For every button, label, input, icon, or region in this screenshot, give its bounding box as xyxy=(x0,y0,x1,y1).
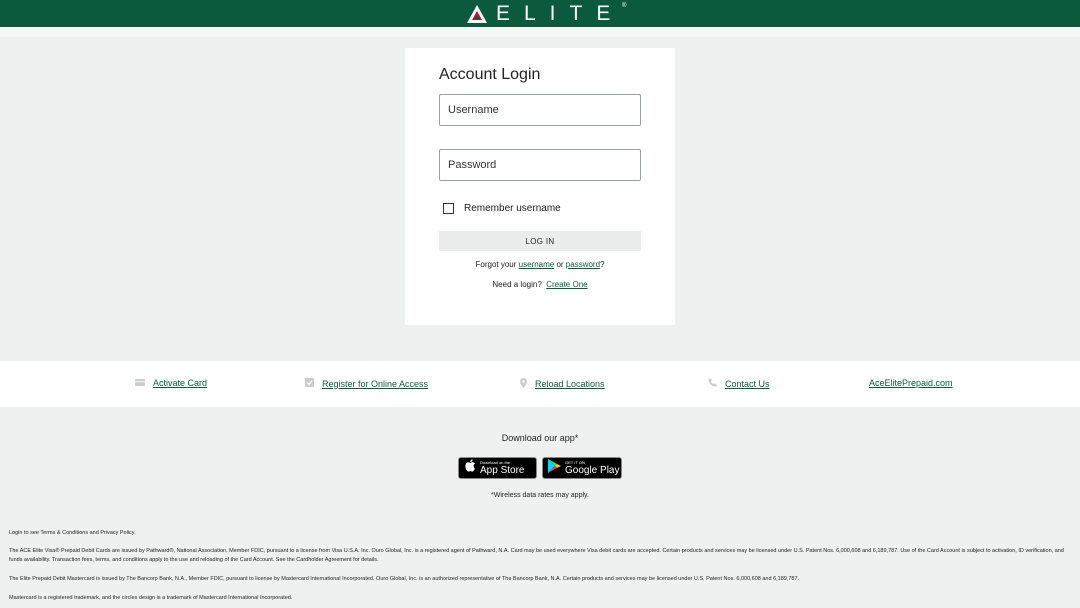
forgot-prefix: Forgot your xyxy=(475,260,519,269)
ace-a-logo-icon xyxy=(467,5,487,23)
forgot-credentials: Forgot your username or password? xyxy=(405,260,675,269)
legal-trademark: Mastercard is a registered trademark, an… xyxy=(9,595,293,601)
legal-mastercard-disclosure: The Elite Prepaid Debit Mastercard is is… xyxy=(9,576,800,582)
login-card: Account Login Remember username LOG IN F… xyxy=(405,48,675,325)
forgot-or: or xyxy=(554,260,566,269)
top-header: ELITE ® xyxy=(0,0,1080,27)
wireless-note: *Wireless data rates may apply. xyxy=(491,492,589,499)
create-one-link[interactable]: Create One xyxy=(546,280,587,289)
apple-icon xyxy=(465,459,476,477)
checkbox-icon xyxy=(305,378,314,389)
activate-card-link-item[interactable]: Activate Card xyxy=(135,378,207,388)
phone-icon xyxy=(708,378,717,389)
app-store-big: App Store xyxy=(480,465,525,476)
contact-us-link[interactable]: Contact Us xyxy=(725,379,770,389)
forgot-password-link[interactable]: password xyxy=(566,260,600,269)
website-link-item[interactable]: AceElitePrepaid.com xyxy=(869,378,953,388)
download-app-text: Download our app* xyxy=(501,433,579,443)
forgot-suffix: ? xyxy=(600,260,605,269)
remember-checkbox[interactable] xyxy=(443,203,454,214)
reload-locations-link[interactable]: Reload Locations xyxy=(535,379,605,389)
google-play-big: Google Play xyxy=(565,465,620,476)
need-login: Need a login? Create One xyxy=(405,280,675,289)
location-pin-icon xyxy=(520,378,527,390)
reload-locations-link-item[interactable]: Reload Locations xyxy=(520,378,605,390)
google-play-text: GET IT ON Google Play xyxy=(565,460,619,476)
ace-elite-logo[interactable]: ELITE ® xyxy=(466,2,627,25)
legal-login-terms: Login to see Terms & Conditions and Priv… xyxy=(9,530,136,536)
app-store-badge[interactable]: Download on the App Store xyxy=(458,457,537,479)
google-play-badge[interactable]: GET IT ON Google Play xyxy=(542,457,622,479)
app-store-text: Download on the App Store xyxy=(480,460,524,476)
remember-label: Remember username xyxy=(464,203,561,214)
header-divider xyxy=(0,27,1080,37)
password-input[interactable] xyxy=(439,149,641,181)
ace-elite-prepaid-link[interactable]: AceElitePrepaid.com xyxy=(869,378,953,388)
username-input[interactable] xyxy=(439,94,641,126)
register-online-access-link[interactable]: Register for Online Access xyxy=(322,379,428,389)
register-link-item[interactable]: Register for Online Access xyxy=(305,378,428,389)
remember-username[interactable]: Remember username xyxy=(443,203,561,214)
logo-registered-mark: ® xyxy=(621,3,627,9)
legal-visa-disclosure: The ACE Elite Visa® Prepaid Debit Cards … xyxy=(9,548,1064,563)
activate-card-link[interactable]: Activate Card xyxy=(153,378,207,388)
logo-text: ELITE xyxy=(496,2,625,25)
quick-links-bar: Activate Card Register for Online Access… xyxy=(0,361,1080,407)
google-play-icon xyxy=(548,458,561,478)
forgot-username-link[interactable]: username xyxy=(519,260,555,269)
card-icon xyxy=(135,378,145,388)
contact-us-link-item[interactable]: Contact Us xyxy=(708,378,770,389)
need-login-text: Need a login? xyxy=(492,280,542,289)
login-button[interactable]: LOG IN xyxy=(439,231,641,251)
page-title: Account Login xyxy=(439,66,541,83)
